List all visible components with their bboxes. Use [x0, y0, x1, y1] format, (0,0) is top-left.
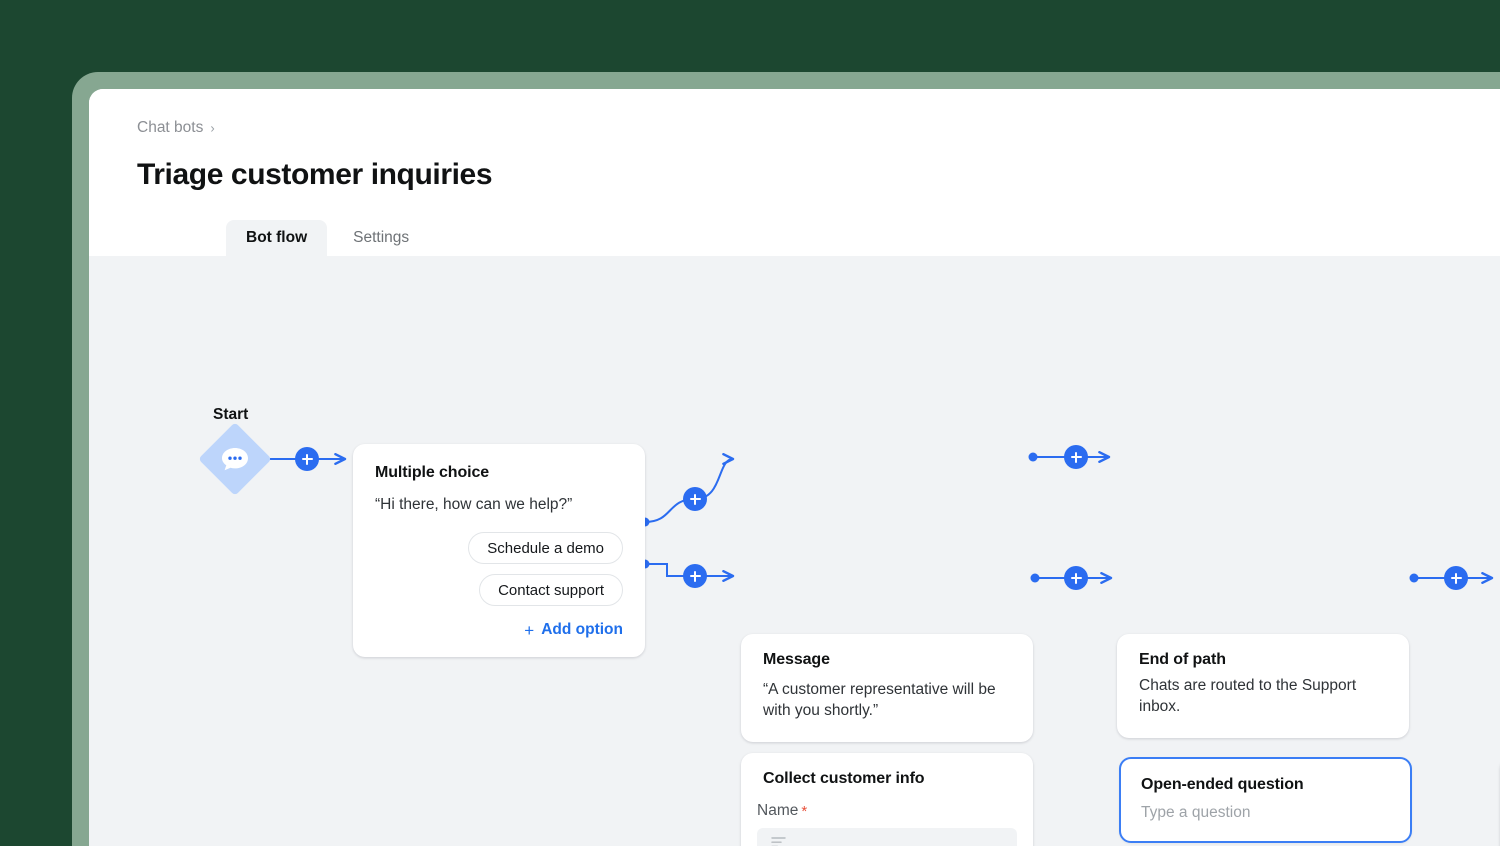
add-step-schedule-demo-branch-button[interactable]: [683, 487, 707, 511]
add-step-after-start-button[interactable]: [295, 447, 319, 471]
node-title: End of path: [1139, 651, 1226, 668]
node-title: Open-ended question: [1141, 776, 1304, 793]
breadcrumb-link-chat-bots[interactable]: Chat bots: [137, 120, 203, 136]
node-end-of-path-description: Chats are routed to the Support inbox.: [1139, 677, 1357, 716]
node-title: Message: [763, 651, 830, 668]
app-window: Chat bots › Triage customer inquiries Bo…: [89, 89, 1500, 846]
node-collect-customer-info[interactable]: Collect customer info Name *: [741, 753, 1033, 846]
field-label-name: Name *: [757, 802, 1017, 820]
tab-bar: Bot flow Settings: [226, 220, 430, 256]
chevron-right-icon: ›: [210, 120, 215, 135]
field-label-text: Name: [757, 802, 799, 819]
field-group-name: Name *: [757, 802, 1017, 846]
window-frame: Chat bots › Triage customer inquiries Bo…: [72, 72, 1500, 846]
tab-settings[interactable]: Settings: [333, 220, 430, 256]
add-step-contact-support-branch-button[interactable]: [683, 564, 707, 588]
node-message-text: “A customer representative will be with …: [763, 681, 996, 720]
question-placeholder[interactable]: Type a question: [1141, 802, 1390, 823]
node-question-text: “Hi there, how can we help?”: [375, 496, 573, 513]
breadcrumb: Chat bots ›: [137, 119, 1500, 137]
flow-layer: Start Multiple choice “Hi there, how can…: [89, 256, 1500, 846]
name-input[interactable]: [757, 828, 1017, 846]
node-title: Collect customer info: [763, 770, 925, 787]
node-title: Multiple choice: [375, 464, 490, 481]
node-open-ended-question[interactable]: Open-ended question Type a question: [1119, 757, 1412, 844]
desktop-backdrop: Chat bots › Triage customer inquiries Bo…: [0, 0, 1500, 846]
flow-canvas[interactable]: Start Multiple choice “Hi there, how can…: [89, 256, 1500, 846]
chat-bubble-icon: [216, 442, 254, 476]
page-title: Triage customer inquiries: [137, 158, 493, 191]
option-contact-support[interactable]: Contact support: [479, 574, 623, 607]
add-option-button[interactable]: + Add option: [375, 621, 623, 639]
node-message[interactable]: Message “A customer representative will …: [741, 634, 1033, 742]
add-option-label: Add option: [541, 621, 623, 639]
option-schedule-a-demo[interactable]: Schedule a demo: [468, 532, 623, 565]
app-header: Chat bots › Triage customer inquiries Bo…: [89, 89, 1500, 256]
tab-bot-flow[interactable]: Bot flow: [226, 220, 328, 256]
option-list: Schedule a demo Contact support: [375, 532, 623, 607]
required-asterisk-icon: *: [801, 802, 808, 820]
plus-icon: +: [524, 620, 535, 640]
add-step-after-collect-info-button[interactable]: [1064, 566, 1088, 590]
node-end-of-path-1[interactable]: End of path Chats are routed to the Supp…: [1117, 634, 1409, 738]
start-label: Start: [213, 406, 249, 423]
add-step-after-message-button[interactable]: [1064, 445, 1088, 469]
node-multiple-choice[interactable]: Multiple choice “Hi there, how can we he…: [353, 444, 645, 658]
text-lines-icon: [771, 836, 787, 846]
add-step-after-open-ended-button[interactable]: [1444, 566, 1468, 590]
